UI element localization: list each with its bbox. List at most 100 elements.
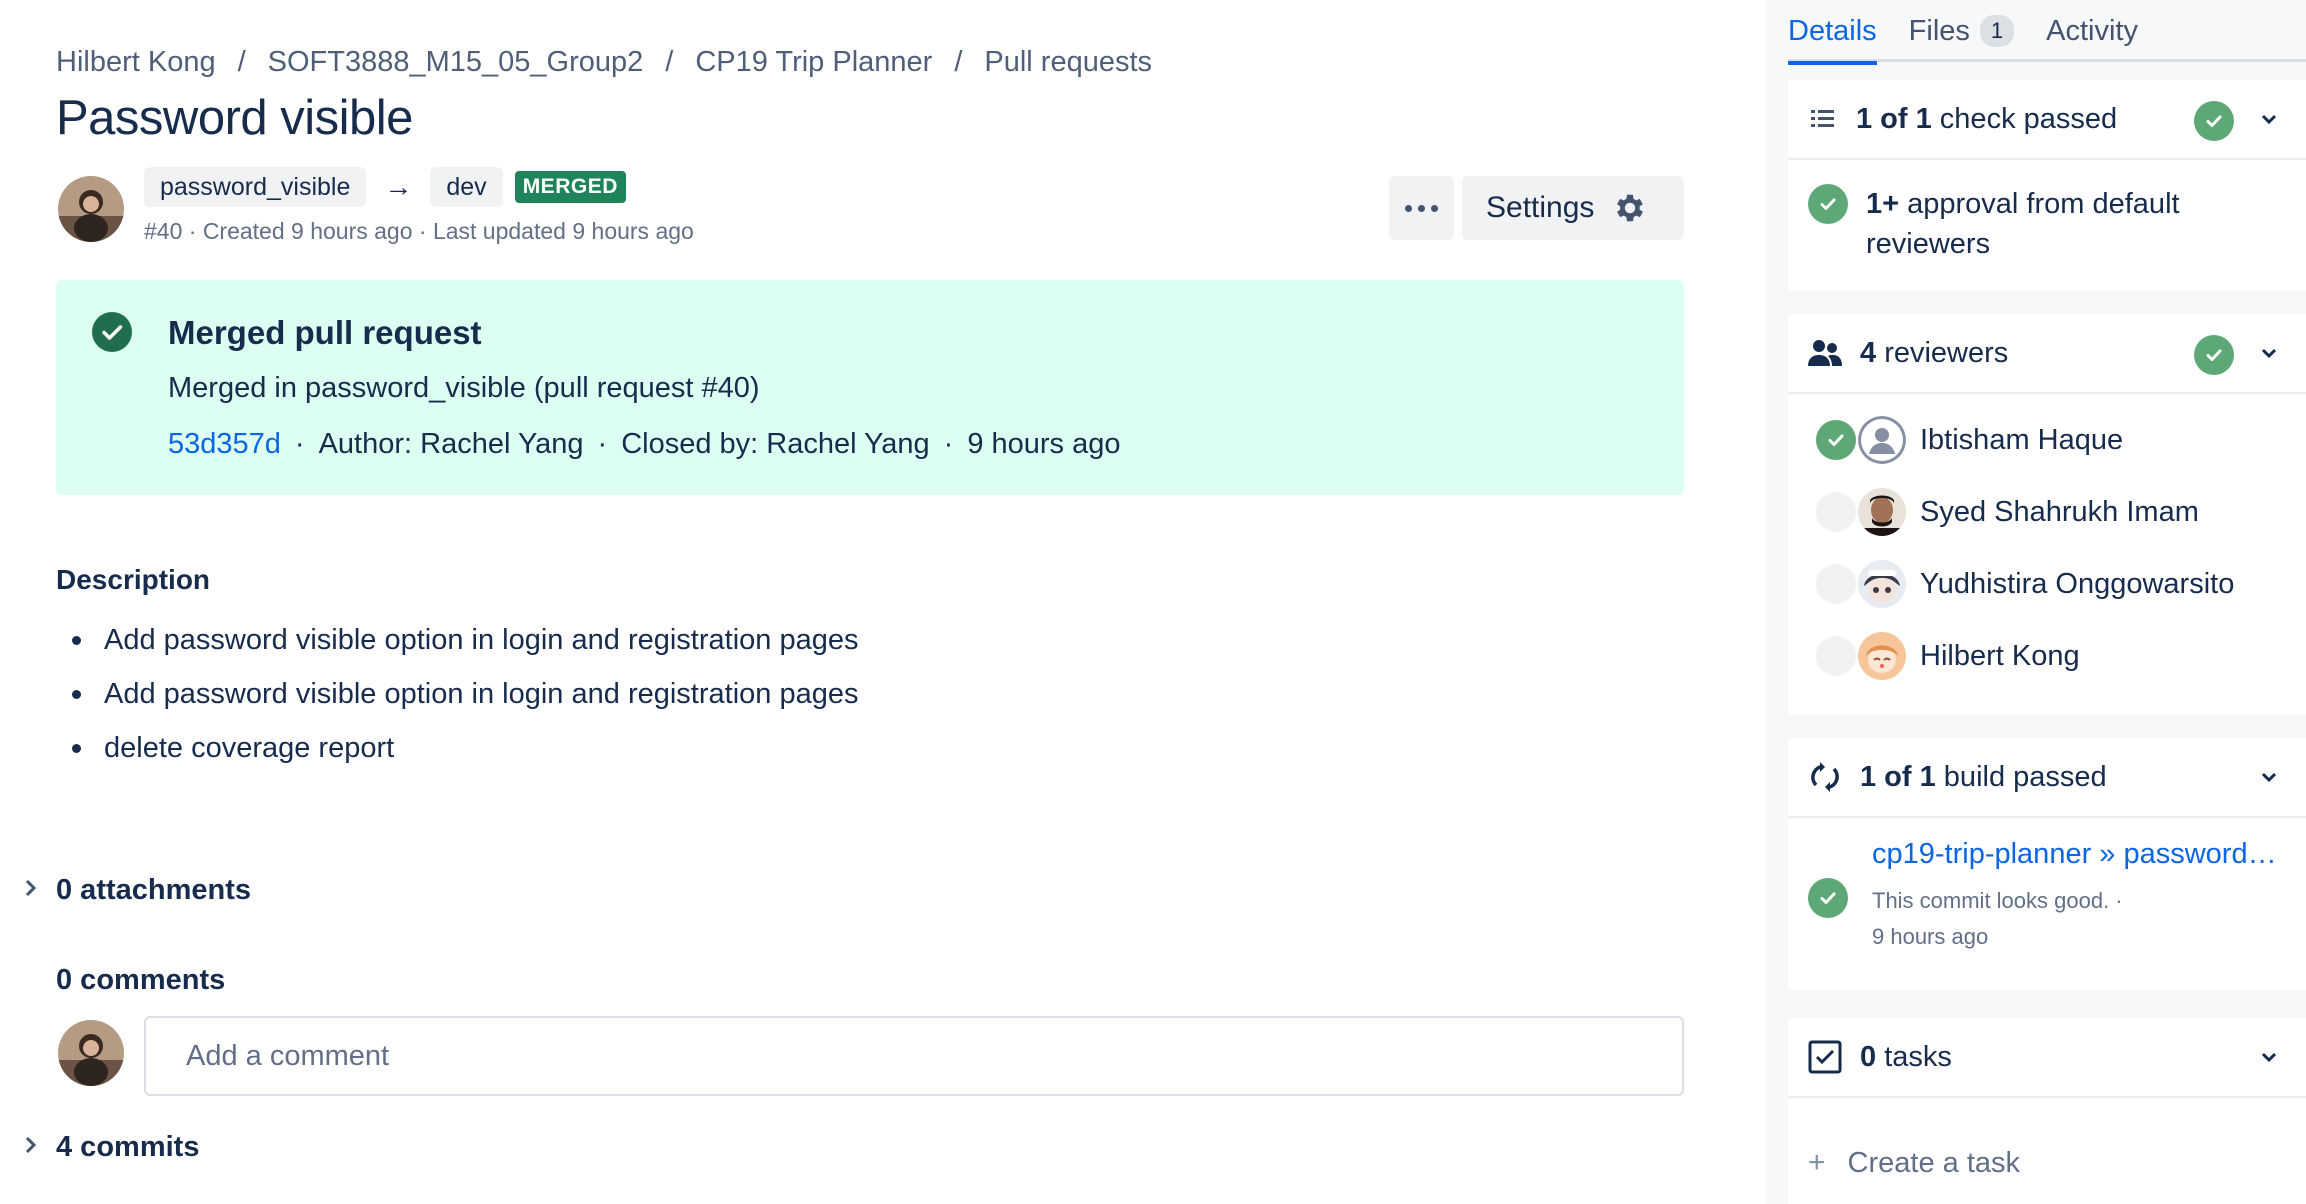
- main-content: Hilbert Kong / SOFT3888_M15_05_Group2 / …: [0, 0, 1760, 1204]
- reviewers-text: reviewers: [1876, 336, 2009, 369]
- tab-files[interactable]: Files 1: [1909, 0, 2015, 62]
- merged-lozenge: MERGED: [514, 171, 626, 203]
- reviewers-count: 4: [1860, 336, 1877, 369]
- reviewer-item[interactable]: Hilbert Kong: [1788, 620, 2306, 692]
- sidebar-tabs: Details Files 1 Activity: [1788, 0, 2306, 65]
- description-item: Add password visible option in login and…: [56, 620, 858, 674]
- reviewer-item[interactable]: Ibtisham Haque: [1788, 404, 2306, 476]
- page-title: Password visible: [56, 91, 413, 145]
- chevron-down-icon: [2261, 772, 2277, 783]
- breadcrumb-repo[interactable]: CP19 Trip Planner: [695, 46, 932, 79]
- pending-status: [1816, 492, 1856, 532]
- build-status: This commit looks good. · 9 hours ago: [1872, 883, 2282, 955]
- people-icon: [1808, 340, 1842, 366]
- pending-status: [1816, 564, 1856, 604]
- approval-requirement: 1+ approval from default reviewers: [1808, 184, 2246, 264]
- tab-details[interactable]: Details: [1788, 0, 1877, 65]
- avatar: [1858, 632, 1906, 680]
- builds-summary: 1 of 1 build passed: [1860, 761, 2107, 794]
- check-circle-icon: [2194, 101, 2234, 141]
- builds-text: build passed: [1935, 760, 2107, 793]
- builds-header[interactable]: 1 of 1 build passed: [1788, 738, 2306, 818]
- tasks-count: 0: [1860, 1040, 1877, 1073]
- description-heading: Description: [56, 564, 211, 595]
- reviewer-item[interactable]: Yudhistira Onggowarsito: [1788, 548, 2306, 620]
- breadcrumb-separator: /: [665, 46, 674, 78]
- gear-icon: [1617, 194, 1644, 222]
- breadcrumb-separator: /: [237, 46, 246, 78]
- approval-text: 1+ approval from default reviewers: [1866, 184, 2246, 264]
- check-circle-icon: [92, 312, 132, 357]
- reviewer-list: Ibtisham Haque Syed Shahrukh Imam Yudhis…: [1788, 394, 2306, 692]
- more-dots-icon: [1418, 204, 1425, 212]
- commits-expander[interactable]: 4 commits: [24, 1131, 199, 1164]
- reviewer-name: Yudhistira Onggowarsito: [1920, 567, 2235, 600]
- reviewer-name: Ibtisham Haque: [1920, 423, 2124, 456]
- reviewers-summary: 4 reviewers: [1860, 337, 2008, 370]
- approval-label: approval from default reviewers: [1866, 188, 2180, 260]
- target-branch[interactable]: dev: [430, 167, 503, 207]
- chevron-down-icon: [2261, 1052, 2277, 1063]
- branch-row: password_visible → dev MERGED: [144, 167, 626, 207]
- separator-dot: ·: [294, 428, 305, 460]
- merged-subtitle: Merged in password_visible (pull request…: [168, 372, 760, 404]
- tab-activity[interactable]: Activity: [2046, 0, 2138, 62]
- checks-card: 1 of 1 check passed 1+ approval from def…: [1788, 80, 2306, 290]
- avatar: [1858, 488, 1906, 536]
- reviewer-item[interactable]: Syed Shahrukh Imam: [1788, 476, 2306, 548]
- create-task-button[interactable]: + Create a task: [1808, 1146, 2020, 1180]
- merged-title: Merged pull request: [168, 314, 482, 351]
- sync-icon: [1811, 762, 1839, 792]
- author-avatar[interactable]: [58, 176, 124, 242]
- build-link[interactable]: cp19-trip-planner » password_visible: [1872, 838, 2282, 871]
- reviewers-header[interactable]: 4 reviewers: [1788, 314, 2306, 394]
- tasks-text: tasks: [1876, 1040, 1952, 1073]
- builds-card: 1 of 1 build passed cp19-trip-planner » …: [1788, 738, 2306, 990]
- avatar: [1858, 560, 1906, 608]
- attachments-label: 0 attachments: [56, 874, 252, 906]
- default-avatar-icon: [1858, 416, 1906, 464]
- reviewers-card: 4 reviewers Ibtisham Haque Syed Shahrukh…: [1788, 314, 2306, 714]
- checks-summary: 1 of 1 check passed: [1856, 103, 2117, 136]
- breadcrumb-group[interactable]: SOFT3888_M15_05_Group2: [268, 46, 644, 79]
- description-item: delete coverage report: [56, 728, 858, 782]
- reviewer-name: Hilbert Kong: [1920, 639, 2080, 672]
- build-details: cp19-trip-planner » password_visible Thi…: [1872, 838, 2282, 955]
- merged-time: 9 hours ago: [967, 428, 1121, 460]
- tab-label: Details: [1788, 15, 1877, 47]
- checks-text: check passed: [1931, 102, 2118, 135]
- merged-closed-by: Closed by: Rachel Yang: [621, 428, 930, 460]
- checks-header[interactable]: 1 of 1 check passed: [1788, 80, 2306, 160]
- breadcrumb-pull-requests[interactable]: Pull requests: [984, 46, 1152, 79]
- tasks-summary: 0 tasks: [1860, 1041, 1952, 1074]
- more-dots-icon: [1431, 204, 1438, 212]
- check-circle-icon: [1808, 184, 1848, 224]
- list-icon: [1811, 110, 1834, 127]
- plus-icon: +: [1808, 1146, 1826, 1179]
- task-checkbox-icon: [1808, 1040, 1842, 1074]
- approval-count: 1+: [1866, 188, 1900, 220]
- tasks-header[interactable]: 0 tasks: [1788, 1018, 2306, 1098]
- check-circle-icon: [1808, 878, 1848, 918]
- build-item: cp19-trip-planner » password_visible Thi…: [1808, 838, 2282, 955]
- arrow-right-icon: →: [384, 171, 413, 202]
- chevron-right-icon: [24, 877, 56, 905]
- source-branch[interactable]: password_visible: [144, 167, 367, 207]
- commit-hash-link[interactable]: 53d357d: [168, 428, 281, 461]
- more-actions-button[interactable]: [1389, 176, 1454, 240]
- merged-meta: 53d357d · Author: Rachel Yang · Closed b…: [168, 428, 1120, 461]
- attachments-expander[interactable]: 0 attachments: [24, 874, 251, 907]
- settings-button[interactable]: Settings: [1462, 176, 1684, 240]
- check-circle-icon: [2194, 335, 2234, 375]
- build-description: This commit looks good. ·: [1872, 888, 2123, 913]
- chevron-down-icon: [2261, 348, 2277, 359]
- breadcrumb-owner[interactable]: Hilbert Kong: [56, 46, 216, 79]
- description-item: Add password visible option in login and…: [56, 674, 858, 728]
- pr-meta: #40 · Created 9 hours ago · Last updated…: [144, 218, 694, 244]
- comment-input[interactable]: [144, 1016, 1684, 1096]
- separator-dot: ·: [943, 428, 954, 460]
- builds-count: 1 of 1: [1860, 760, 1936, 793]
- current-user-avatar: [58, 1020, 124, 1086]
- separator-dot: ·: [597, 428, 608, 460]
- details-sidebar: Details Files 1 Activity 1 of 1 check pa…: [1766, 0, 2306, 1204]
